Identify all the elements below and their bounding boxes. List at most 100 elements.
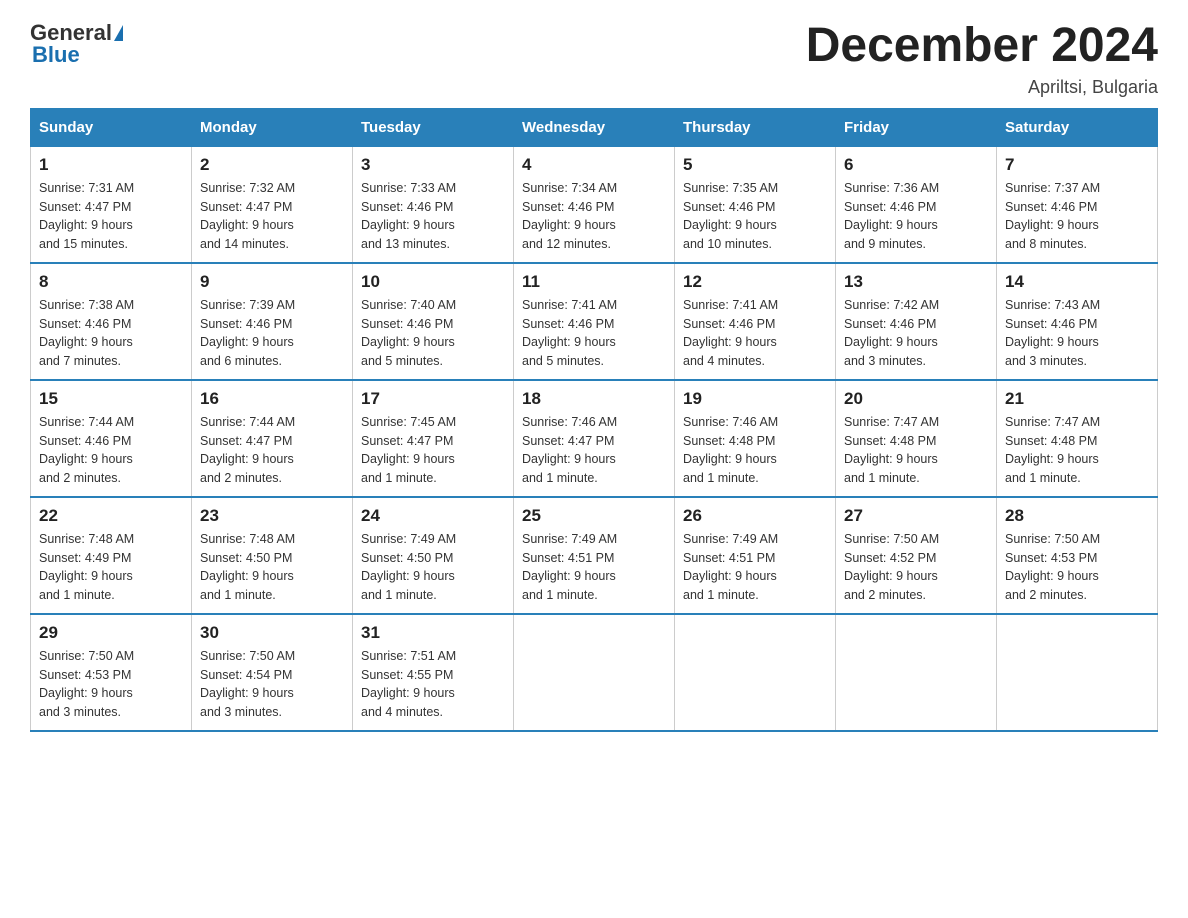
calendar-cell: 26 Sunrise: 7:49 AMSunset: 4:51 PMDayligh…: [675, 497, 836, 614]
week-row-5: 29Sunrise: 7:50 AMSunset: 4:53 PMDayligh…: [31, 614, 1158, 731]
calendar-cell: 4 Sunrise: 7:34 AMSunset: 4:46 PMDaylight…: [514, 146, 675, 263]
day-number: 4: [522, 155, 666, 175]
day-info: Sunrise: 7:48 AMSunset: 4:49 PMDaylight:…: [39, 530, 183, 605]
calendar-cell: 27 Sunrise: 7:50 AMSunset: 4:52 PMDayligh…: [836, 497, 997, 614]
calendar-cell: 19 Sunrise: 7:46 AMSunset: 4:48 PMDayligh…: [675, 380, 836, 497]
calendar-cell: 17 Sunrise: 7:45 AMSunset: 4:47 PMDayligh…: [353, 380, 514, 497]
day-info: Sunrise: 7:32 AMSunset: 4:47 PMDaylight:…: [200, 179, 344, 254]
day-info: Sunrise: 7:40 AMSunset: 4:46 PMDaylight:…: [361, 296, 505, 371]
location-subtitle: Apriltsi, Bulgaria: [806, 77, 1158, 98]
day-info: Sunrise: 7:44 AMSunset: 4:47 PMDaylight:…: [200, 413, 344, 488]
day-info: Sunrise: 7:48 AMSunset: 4:50 PMDaylight:…: [200, 530, 344, 605]
day-info: Sunrise: 7:34 AMSunset: 4:46 PMDaylight:…: [522, 179, 666, 254]
header-monday: Monday: [192, 108, 353, 146]
day-number: 19: [683, 389, 827, 409]
calendar-cell: 25Sunrise: 7:49 AMSunset: 4:51 PMDayligh…: [514, 497, 675, 614]
calendar-cell: 11Sunrise: 7:41 AMSunset: 4:46 PMDayligh…: [514, 263, 675, 380]
day-info: Sunrise: 7:46 AMSunset: 4:48 PMDaylight:…: [683, 413, 827, 488]
calendar-cell: 10 Sunrise: 7:40 AMSunset: 4:46 PMDayligh…: [353, 263, 514, 380]
day-number: 22: [39, 506, 183, 526]
calendar-cell: 24 Sunrise: 7:49 AMSunset: 4:50 PMDayligh…: [353, 497, 514, 614]
day-number: 7: [1005, 155, 1149, 175]
day-info: Sunrise: 7:50 AMSunset: 4:54 PMDaylight:…: [200, 647, 344, 722]
calendar-cell: 1 Sunrise: 7:31 AMSunset: 4:47 PMDaylight…: [31, 146, 192, 263]
week-row-4: 22 Sunrise: 7:48 AMSunset: 4:49 PMDayligh…: [31, 497, 1158, 614]
calendar-cell: 21 Sunrise: 7:47 AMSunset: 4:48 PMDayligh…: [997, 380, 1158, 497]
day-info: Sunrise: 7:49 AMSunset: 4:50 PMDaylight:…: [361, 530, 505, 605]
title-area: December 2024 Apriltsi, Bulgaria: [806, 20, 1158, 98]
header-wednesday: Wednesday: [514, 108, 675, 146]
day-number: 6: [844, 155, 988, 175]
day-number: 14: [1005, 272, 1149, 292]
day-number: 28: [1005, 506, 1149, 526]
day-info: Sunrise: 7:36 AMSunset: 4:46 PMDaylight:…: [844, 179, 988, 254]
day-info: Sunrise: 7:49 AMSunset: 4:51 PMDaylight:…: [683, 530, 827, 605]
calendar-cell: [997, 614, 1158, 731]
calendar-cell: 20 Sunrise: 7:47 AMSunset: 4:48 PMDayligh…: [836, 380, 997, 497]
calendar-table: Sunday Monday Tuesday Wednesday Thursday…: [30, 108, 1158, 732]
day-number: 13: [844, 272, 988, 292]
day-info: Sunrise: 7:47 AMSunset: 4:48 PMDaylight:…: [844, 413, 988, 488]
day-number: 17: [361, 389, 505, 409]
calendar-cell: [514, 614, 675, 731]
logo-blue-text: Blue: [32, 42, 80, 68]
day-info: Sunrise: 7:50 AMSunset: 4:52 PMDaylight:…: [844, 530, 988, 605]
page-header: General Blue December 2024 Apriltsi, Bul…: [30, 20, 1158, 98]
calendar-cell: 23Sunrise: 7:48 AMSunset: 4:50 PMDayligh…: [192, 497, 353, 614]
day-info: Sunrise: 7:41 AMSunset: 4:46 PMDaylight:…: [683, 296, 827, 371]
day-info: Sunrise: 7:31 AMSunset: 4:47 PMDaylight:…: [39, 179, 183, 254]
day-number: 20: [844, 389, 988, 409]
header-sunday: Sunday: [31, 108, 192, 146]
day-number: 21: [1005, 389, 1149, 409]
calendar-cell: 12Sunrise: 7:41 AMSunset: 4:46 PMDayligh…: [675, 263, 836, 380]
day-info: Sunrise: 7:35 AMSunset: 4:46 PMDaylight:…: [683, 179, 827, 254]
week-row-1: 1 Sunrise: 7:31 AMSunset: 4:47 PMDaylight…: [31, 146, 1158, 263]
day-number: 10: [361, 272, 505, 292]
calendar-cell: 6 Sunrise: 7:36 AMSunset: 4:46 PMDaylight…: [836, 146, 997, 263]
day-info: Sunrise: 7:39 AMSunset: 4:46 PMDaylight:…: [200, 296, 344, 371]
day-info: Sunrise: 7:51 AMSunset: 4:55 PMDaylight:…: [361, 647, 505, 722]
calendar-cell: 31Sunrise: 7:51 AMSunset: 4:55 PMDayligh…: [353, 614, 514, 731]
calendar-cell: 7 Sunrise: 7:37 AMSunset: 4:46 PMDaylight…: [997, 146, 1158, 263]
month-title: December 2024: [806, 20, 1158, 73]
day-number: 18: [522, 389, 666, 409]
day-info: Sunrise: 7:38 AMSunset: 4:46 PMDaylight:…: [39, 296, 183, 371]
calendar-body: 1 Sunrise: 7:31 AMSunset: 4:47 PMDaylight…: [31, 146, 1158, 731]
header-thursday: Thursday: [675, 108, 836, 146]
day-number: 5: [683, 155, 827, 175]
logo-triangle-icon: [114, 25, 123, 41]
day-info: Sunrise: 7:33 AMSunset: 4:46 PMDaylight:…: [361, 179, 505, 254]
day-number: 15: [39, 389, 183, 409]
week-row-3: 15 Sunrise: 7:44 AMSunset: 4:46 PMDayligh…: [31, 380, 1158, 497]
header-row: Sunday Monday Tuesday Wednesday Thursday…: [31, 108, 1158, 146]
day-info: Sunrise: 7:45 AMSunset: 4:47 PMDaylight:…: [361, 413, 505, 488]
calendar-cell: [675, 614, 836, 731]
day-number: 27: [844, 506, 988, 526]
calendar-cell: 28 Sunrise: 7:50 AMSunset: 4:53 PMDayligh…: [997, 497, 1158, 614]
calendar-cell: 29Sunrise: 7:50 AMSunset: 4:53 PMDayligh…: [31, 614, 192, 731]
calendar-cell: 8Sunrise: 7:38 AMSunset: 4:46 PMDaylight…: [31, 263, 192, 380]
day-number: 26: [683, 506, 827, 526]
calendar-cell: 22 Sunrise: 7:48 AMSunset: 4:49 PMDayligh…: [31, 497, 192, 614]
header-saturday: Saturday: [997, 108, 1158, 146]
calendar-cell: 2Sunrise: 7:32 AMSunset: 4:47 PMDaylight…: [192, 146, 353, 263]
day-number: 3: [361, 155, 505, 175]
calendar-cell: 3 Sunrise: 7:33 AMSunset: 4:46 PMDaylight…: [353, 146, 514, 263]
day-number: 16: [200, 389, 344, 409]
day-info: Sunrise: 7:43 AMSunset: 4:46 PMDaylight:…: [1005, 296, 1149, 371]
day-info: Sunrise: 7:37 AMSunset: 4:46 PMDaylight:…: [1005, 179, 1149, 254]
day-info: Sunrise: 7:44 AMSunset: 4:46 PMDaylight:…: [39, 413, 183, 488]
day-number: 24: [361, 506, 505, 526]
header-friday: Friday: [836, 108, 997, 146]
calendar-cell: 18Sunrise: 7:46 AMSunset: 4:47 PMDayligh…: [514, 380, 675, 497]
calendar-cell: 15 Sunrise: 7:44 AMSunset: 4:46 PMDayligh…: [31, 380, 192, 497]
calendar-cell: 16 Sunrise: 7:44 AMSunset: 4:47 PMDayligh…: [192, 380, 353, 497]
header-tuesday: Tuesday: [353, 108, 514, 146]
calendar-header: Sunday Monday Tuesday Wednesday Thursday…: [31, 108, 1158, 146]
day-info: Sunrise: 7:50 AMSunset: 4:53 PMDaylight:…: [1005, 530, 1149, 605]
day-number: 11: [522, 272, 666, 292]
day-number: 1: [39, 155, 183, 175]
calendar-cell: [836, 614, 997, 731]
day-info: Sunrise: 7:42 AMSunset: 4:46 PMDaylight:…: [844, 296, 988, 371]
day-info: Sunrise: 7:47 AMSunset: 4:48 PMDaylight:…: [1005, 413, 1149, 488]
